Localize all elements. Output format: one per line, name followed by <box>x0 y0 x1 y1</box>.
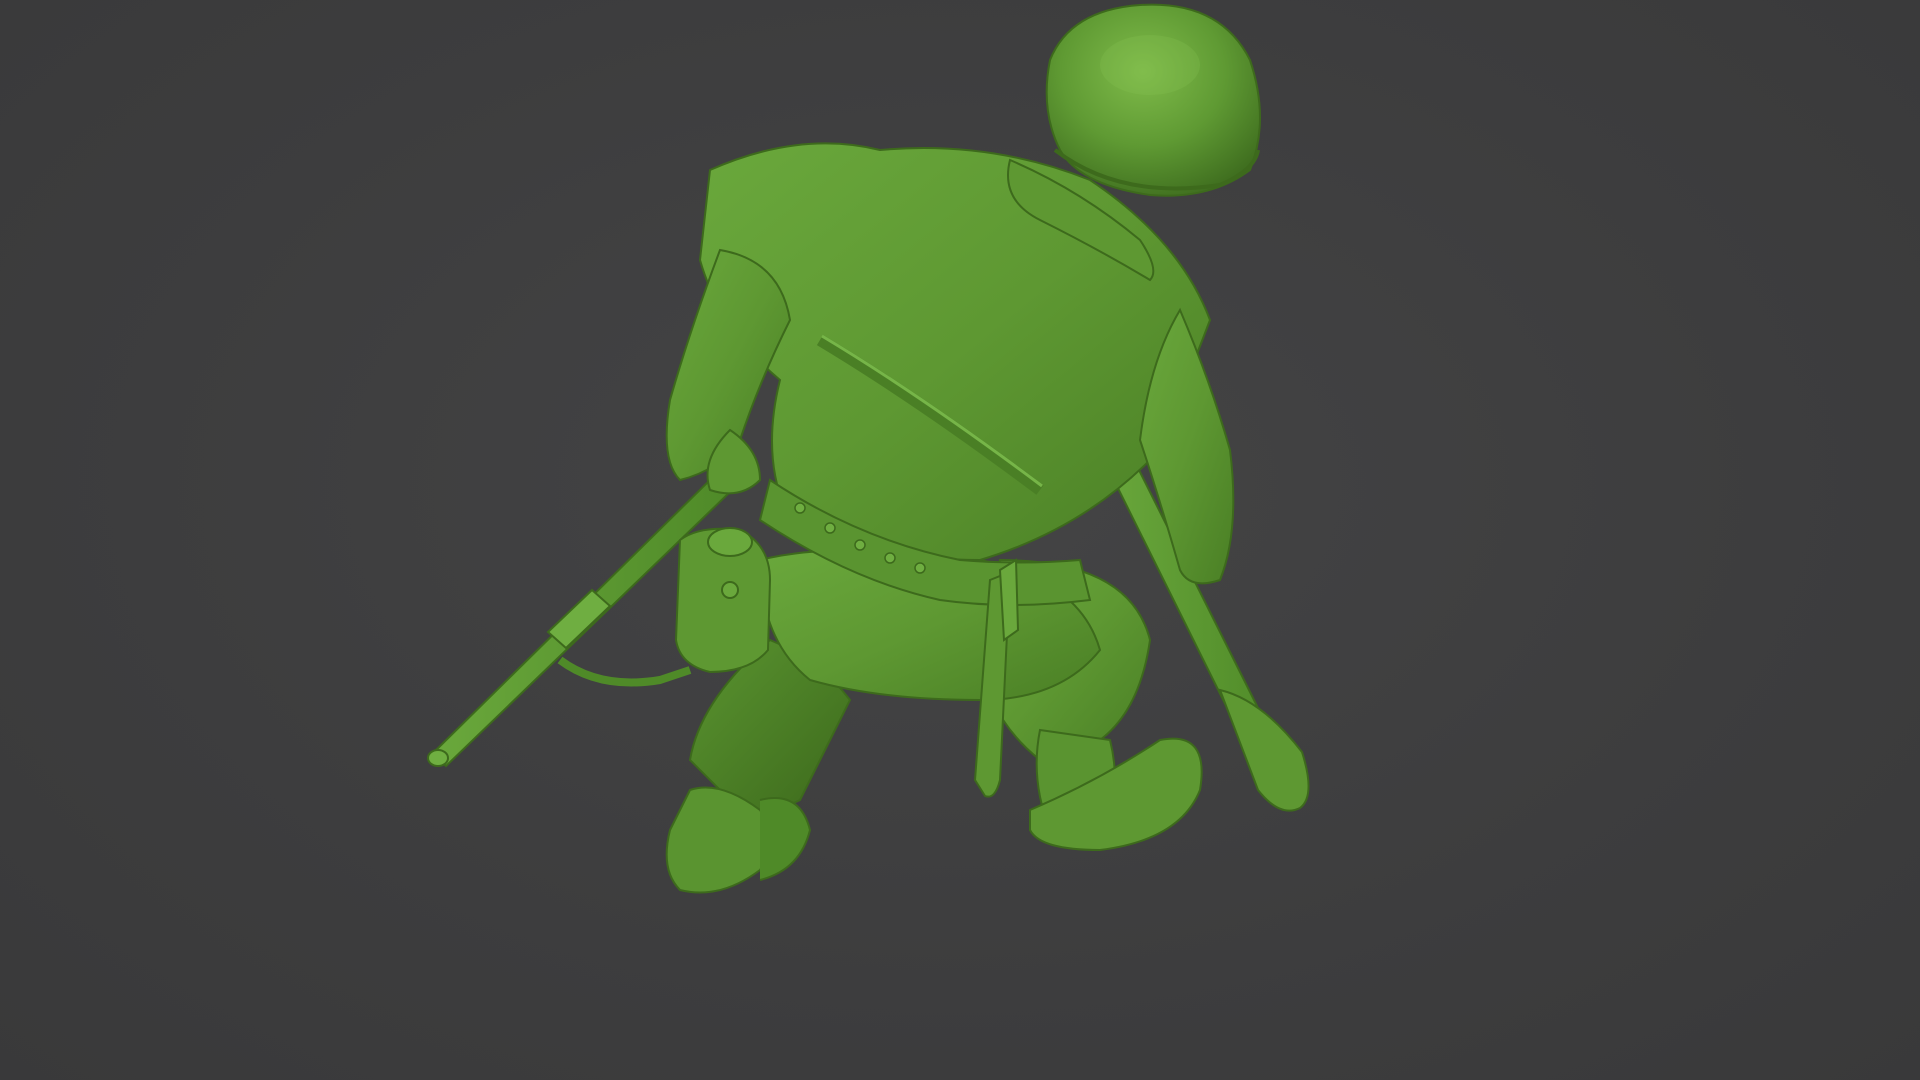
toy-soldier-model <box>427 3 1310 894</box>
3d-viewport[interactable] <box>0 0 1920 1080</box>
helmet <box>1045 3 1261 197</box>
canteen <box>674 527 772 674</box>
